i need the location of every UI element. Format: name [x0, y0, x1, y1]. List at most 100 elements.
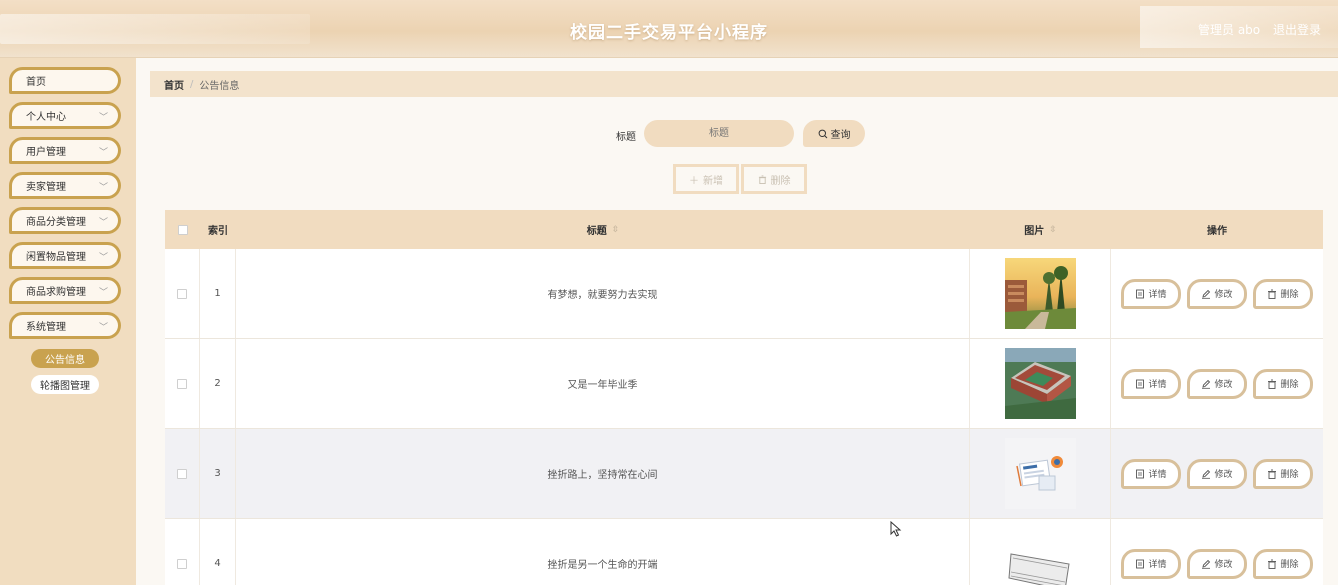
- sidebar-subitem-announcements[interactable]: 公告信息: [31, 349, 99, 368]
- sidebar-item-label: 闲置物品管理: [26, 252, 86, 263]
- search-label: 标题: [616, 132, 636, 143]
- edit-icon: [1202, 289, 1211, 299]
- sidebar-item-label: 商品分类管理: [26, 217, 86, 228]
- search-button[interactable]: 查询: [803, 120, 865, 147]
- row-check-cell: [165, 519, 200, 585]
- edit-button[interactable]: 修改: [1187, 278, 1247, 309]
- main-content: 首页 / 公告信息 标题 查询 ＋ 新增 删除 索引: [136, 58, 1338, 585]
- delete-label: 删除: [1280, 560, 1299, 570]
- search-input[interactable]: [644, 120, 794, 147]
- chevron-down-icon: ﹀: [98, 113, 108, 123]
- chevron-down-icon: ﹀: [98, 253, 108, 263]
- campus-aerial-image[interactable]: [1004, 348, 1076, 419]
- header-ops-label: 操作: [1207, 226, 1227, 237]
- row-index: 4: [200, 519, 236, 585]
- sidebar-item-home[interactable]: 首页: [9, 67, 121, 94]
- detail-label: 详情: [1148, 470, 1167, 480]
- add-button[interactable]: ＋ 新增: [673, 164, 739, 194]
- header-check-cell: [165, 210, 200, 249]
- sidebar-item-label: 系统管理: [26, 322, 66, 333]
- newspaper-image[interactable]: [1004, 528, 1076, 585]
- trash-icon: [1268, 289, 1277, 299]
- edit-label: 修改: [1214, 290, 1233, 300]
- row-check-cell: [165, 429, 200, 518]
- table-row: 1 有梦想，就要努力去实现 详情 修改 删除: [165, 249, 1323, 339]
- sort-icon[interactable]: ⇳: [1049, 225, 1057, 235]
- sidebar-item-label: 首页: [26, 77, 46, 88]
- sidebar-item-seller-management[interactable]: 卖家管理 ﹀: [9, 172, 121, 199]
- sidebar-item-user-management[interactable]: 用户管理 ﹀: [9, 137, 121, 164]
- header-image[interactable]: 图片 ⇳: [970, 210, 1111, 249]
- edit-button[interactable]: 修改: [1187, 368, 1247, 399]
- sidebar: 首页 个人中心 ﹀ 用户管理 ﹀ 卖家管理 ﹀ 商品分类管理 ﹀ 闲置物品管理 …: [0, 58, 136, 585]
- add-button-label: 新增: [703, 175, 723, 187]
- sidebar-item-label: 用户管理: [26, 147, 66, 158]
- detail-button[interactable]: 详情: [1121, 278, 1181, 309]
- row-checkbox[interactable]: [177, 558, 187, 569]
- chevron-down-icon: ﹀: [98, 323, 108, 333]
- edit-icon: [1202, 469, 1211, 479]
- trash-icon: [758, 174, 766, 184]
- delete-label: 删除: [1280, 380, 1299, 390]
- logout-link[interactable]: 退出登录: [1273, 21, 1321, 38]
- sidebar-item-idle-items-management[interactable]: 闲置物品管理 ﹀: [9, 242, 121, 269]
- table-row: 3 挫折路上，坚持常在心间 详情 修改 删除: [165, 429, 1323, 519]
- user-name: 管理员 abo: [1198, 23, 1261, 37]
- sidebar-item-system-management[interactable]: 系统管理 ﹀: [9, 312, 121, 339]
- search-button-label: 查询: [830, 130, 851, 141]
- sidebar-subitem-carousel[interactable]: 轮播图管理: [31, 375, 99, 394]
- detail-button[interactable]: 详情: [1121, 548, 1181, 579]
- header-title[interactable]: 标题 ⇳: [236, 210, 970, 249]
- detail-button[interactable]: 详情: [1121, 458, 1181, 489]
- row-check-cell: [165, 249, 200, 338]
- edit-label: 修改: [1214, 380, 1233, 390]
- document-icon: [1136, 469, 1145, 478]
- detail-button[interactable]: 详情: [1121, 368, 1181, 399]
- sidebar-item-wanted-management[interactable]: 商品求购管理 ﹀: [9, 277, 121, 304]
- chevron-down-icon: ﹀: [98, 148, 108, 158]
- row-checkbox[interactable]: [177, 288, 187, 299]
- news-illustration-image[interactable]: [1004, 438, 1076, 509]
- edit-button[interactable]: 修改: [1187, 458, 1247, 489]
- edit-icon: [1202, 379, 1211, 389]
- sidebar-item-category-management[interactable]: 商品分类管理 ﹀: [9, 207, 121, 234]
- trash-icon: [1268, 559, 1277, 569]
- detail-label: 详情: [1148, 380, 1167, 390]
- delete-button[interactable]: 删除: [1253, 278, 1313, 309]
- delete-label: 删除: [1280, 290, 1299, 300]
- document-icon: [1136, 379, 1145, 388]
- row-checkbox[interactable]: [177, 468, 187, 479]
- document-icon: [1136, 559, 1145, 568]
- batch-delete-button[interactable]: 删除: [741, 164, 807, 194]
- campus-sunset-image[interactable]: [1004, 258, 1076, 329]
- row-ops: 详情 修改 删除: [1111, 429, 1323, 518]
- header-title-label: 标题: [586, 226, 607, 237]
- delete-button[interactable]: 删除: [1253, 548, 1313, 579]
- chevron-down-icon: ﹀: [98, 218, 108, 228]
- table-header: 索引 标题 ⇳ 图片 ⇳ 操作: [165, 210, 1323, 249]
- sidebar-item-personal-center[interactable]: 个人中心 ﹀: [9, 102, 121, 129]
- row-image-cell: [970, 519, 1111, 585]
- batch-delete-label: 删除: [770, 175, 791, 187]
- row-index: 3: [200, 429, 236, 518]
- sidebar-item-label: 个人中心: [26, 112, 66, 123]
- row-title: 挫折路上，坚持常在心间: [236, 429, 970, 518]
- delete-button[interactable]: 删除: [1253, 458, 1313, 489]
- row-image-cell: [970, 429, 1111, 518]
- chevron-down-icon: ﹀: [98, 288, 108, 298]
- edit-button[interactable]: 修改: [1187, 548, 1247, 579]
- detail-label: 详情: [1148, 560, 1167, 570]
- row-title: 有梦想，就要努力去实现: [236, 249, 970, 338]
- app-title: 校园二手交易平台小程序: [570, 23, 768, 43]
- table-row: 4 挫折是另一个生命的开端 详情 修改 删除: [165, 519, 1323, 585]
- row-index: 2: [200, 339, 236, 428]
- delete-button[interactable]: 删除: [1253, 368, 1313, 399]
- sort-icon[interactable]: ⇳: [612, 225, 620, 235]
- header-ops: 操作: [1111, 210, 1323, 249]
- select-all-checkbox[interactable]: [177, 224, 188, 235]
- row-checkbox[interactable]: [177, 378, 187, 389]
- trash-icon: [1268, 469, 1277, 479]
- breadcrumb-home[interactable]: 首页: [164, 77, 184, 92]
- breadcrumb-current: 公告信息: [199, 80, 240, 92]
- row-index: 1: [200, 249, 236, 338]
